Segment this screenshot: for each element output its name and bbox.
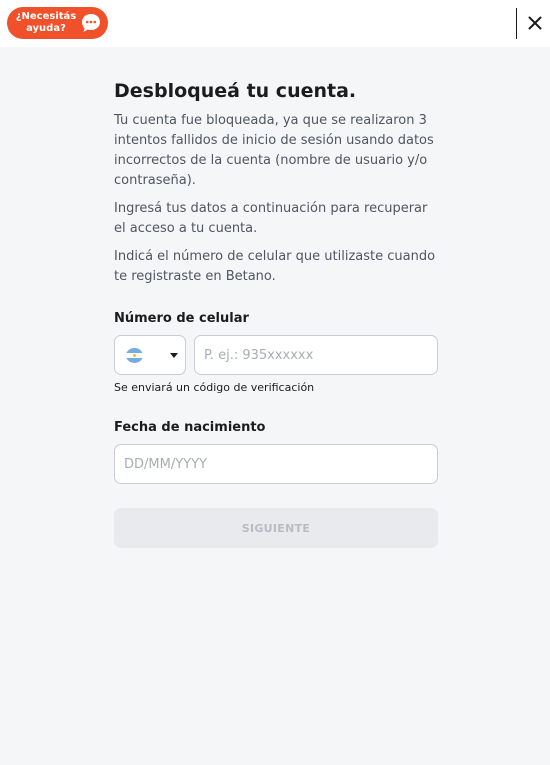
close-icon — [528, 16, 542, 30]
chevron-down-icon — [170, 353, 178, 358]
argentina-flag-icon — [126, 348, 143, 363]
recovery-instructions: Ingresá tus datos a continuación para re… — [114, 201, 428, 236]
next-button[interactable]: SIGUIENTE — [114, 508, 438, 548]
help-label: ¿Necesitás ayuda? — [15, 11, 77, 34]
unlock-account-intro: Desbloqueá tu cuenta. Tu cuenta fue bloq… — [114, 78, 438, 295]
blocked-explanation: Tu cuenta fue bloqueada, ya que se reali… — [114, 113, 434, 188]
country-code-select[interactable] — [114, 335, 186, 375]
page-title: Desbloqueá tu cuenta. — [114, 80, 357, 102]
birthdate-label: Fecha de nacimiento — [114, 420, 266, 435]
phone-input[interactable] — [194, 335, 438, 375]
header-divider — [516, 8, 517, 39]
top-bar: ¿Necesitás ayuda? — [0, 0, 550, 47]
phone-label: Número de celular — [114, 311, 249, 326]
verification-hint: Se enviará un código de verificación — [114, 381, 315, 394]
help-button[interactable]: ¿Necesitás ayuda? — [7, 7, 108, 39]
birthdate-input[interactable] — [114, 444, 438, 484]
phone-instructions: Indicá el número de celular que utilizas… — [114, 249, 436, 284]
chat-bubble-icon — [82, 14, 100, 32]
close-button[interactable] — [522, 9, 548, 37]
